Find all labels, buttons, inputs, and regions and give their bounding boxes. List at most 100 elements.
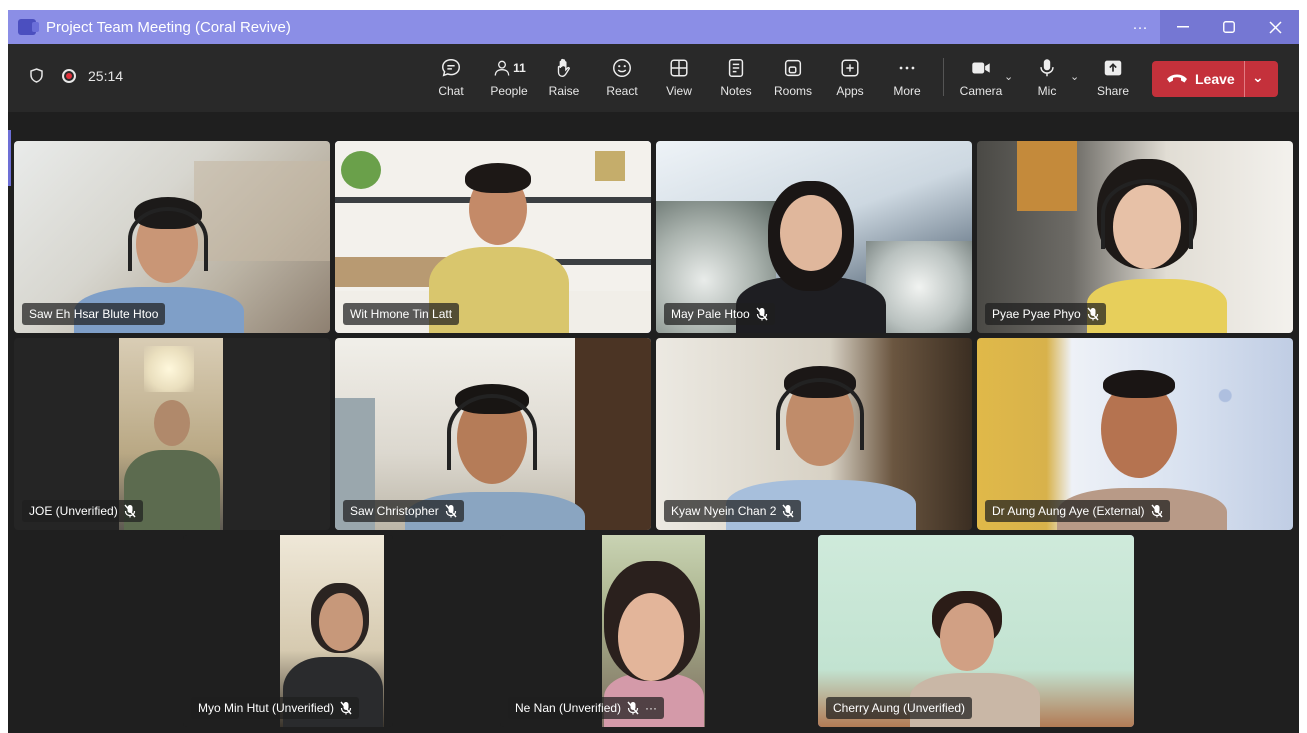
people-button[interactable]: 11 People — [484, 56, 534, 104]
chat-label: Chat — [438, 84, 464, 98]
notes-icon — [728, 59, 744, 77]
teams-meeting-window: Project Team Meeting (Coral Revive) ··· … — [8, 10, 1299, 733]
camera-label: Camera — [959, 84, 1003, 98]
react-label: React — [606, 84, 638, 98]
more-icon — [899, 66, 915, 70]
participant-name: Kyaw Nyein Chan 2 — [671, 504, 777, 518]
video-tile[interactable]: JOE (Unverified) — [14, 338, 330, 530]
video-tile[interactable]: May Pale Htoo — [656, 141, 972, 333]
participant-name: JOE (Unverified) — [29, 504, 118, 518]
mic-off-icon — [340, 701, 352, 715]
add-apps-icon — [841, 59, 859, 77]
shield-icon[interactable] — [30, 68, 43, 83]
video-tile-active-speaker[interactable]: Cherry Aung (Unverified) — [818, 535, 1134, 727]
teams-logo-icon — [18, 19, 39, 35]
leave-divider — [1244, 61, 1245, 97]
participant-name: Dr Aung Aung Aye (External) — [992, 504, 1145, 518]
participant-name-tag: Ne Nan (Unverified) ··· — [508, 697, 665, 719]
chat-button[interactable]: Chat — [426, 56, 476, 104]
participant-name-tag: Myo Min Htut (Unverified) — [191, 697, 360, 719]
chat-icon — [442, 59, 460, 77]
video-tile[interactable]: Myo Min Htut (Unverified) — [183, 535, 393, 727]
minimize-button[interactable] — [1160, 10, 1206, 44]
more-button[interactable]: More — [882, 56, 932, 104]
participant-name-tag: Pyae Pyae Phyo — [985, 303, 1106, 325]
more-options-icon[interactable]: ··· — [1120, 10, 1160, 44]
mic-off-icon — [124, 504, 136, 518]
mic-button[interactable]: Mic — [1022, 56, 1072, 104]
leave-button[interactable]: Leave ⌄ — [1152, 61, 1278, 97]
participant-name: Saw Eh Hsar Blute Htoo — [29, 307, 159, 321]
mic-off-icon — [445, 504, 457, 518]
view-button[interactable]: View — [654, 56, 704, 104]
participant-name: Pyae Pyae Phyo — [992, 307, 1081, 321]
camera-options-chevron-icon[interactable]: ⌄ — [1004, 70, 1013, 83]
video-tile[interactable]: Dr Aung Aung Aye (External) — [977, 338, 1293, 530]
hang-up-phone-icon — [1167, 74, 1187, 83]
maximize-icon — [1223, 21, 1235, 33]
participant-name: Saw Christopher — [350, 504, 439, 518]
mic-label: Mic — [1037, 84, 1057, 98]
participant-name-tag: Saw Eh Hsar Blute Htoo — [22, 303, 166, 325]
participant-name-tag: Dr Aung Aung Aye (External) — [985, 500, 1170, 522]
mic-off-icon — [756, 307, 768, 321]
participant-name-tag: May Pale Htoo — [664, 303, 775, 325]
camera-button[interactable]: Camera — [956, 56, 1006, 104]
mic-options-chevron-icon[interactable]: ⌄ — [1070, 70, 1079, 83]
share-label: Share — [1096, 84, 1130, 98]
camera-icon — [972, 62, 990, 74]
people-label: People — [490, 84, 528, 98]
apps-button[interactable]: Apps — [825, 56, 875, 104]
people-count: 11 — [513, 61, 526, 75]
notes-button[interactable]: Notes — [711, 56, 761, 104]
video-tile-active-speaker[interactable]: Wit Hmone Tin Latt — [335, 141, 651, 333]
participant-more-options-icon[interactable]: ··· — [645, 701, 657, 715]
participant-name-tag: Saw Christopher — [343, 500, 464, 522]
microphone-icon — [1040, 59, 1054, 77]
view-label: View — [666, 84, 692, 98]
video-tile[interactable]: Saw Christopher — [335, 338, 651, 530]
share-screen-icon — [1104, 60, 1122, 76]
participant-name-tag: Cherry Aung (Unverified) — [826, 697, 973, 719]
notes-label: Notes — [720, 84, 752, 98]
participant-name: Myo Min Htut (Unverified) — [198, 701, 335, 715]
raise-label: Raise — [548, 84, 580, 98]
people-icon — [494, 60, 510, 76]
grid-view-icon — [670, 59, 688, 77]
participant-name-tag: JOE (Unverified) — [22, 500, 143, 522]
participant-name: Ne Nan (Unverified) — [515, 701, 622, 715]
close-icon — [1269, 20, 1282, 34]
react-button[interactable]: React — [597, 56, 647, 104]
mic-off-icon — [782, 504, 794, 518]
toolbar-divider — [943, 58, 944, 96]
participant-name: Cherry Aung (Unverified) — [833, 701, 966, 715]
apps-label: Apps — [836, 84, 864, 98]
participant-name-tag: Wit Hmone Tin Latt — [343, 303, 460, 325]
raise-hand-button[interactable]: Raise — [539, 56, 589, 104]
more-label: More — [893, 84, 921, 98]
video-tile[interactable]: Ne Nan (Unverified) ··· — [500, 535, 710, 727]
video-tile[interactable]: Pyae Pyae Phyo — [977, 141, 1293, 333]
left-rail-indicator — [8, 130, 11, 186]
minimize-icon — [1177, 26, 1189, 28]
title-bar: Project Team Meeting (Coral Revive) ··· — [8, 10, 1299, 44]
mic-off-icon — [1087, 307, 1099, 321]
participant-name: Wit Hmone Tin Latt — [350, 307, 453, 321]
mic-off-icon — [1151, 504, 1163, 518]
leave-options-chevron-icon[interactable]: ⌄ — [1252, 69, 1264, 86]
share-button[interactable]: Share — [1088, 56, 1138, 104]
participant-name-tag: Kyaw Nyein Chan 2 — [664, 500, 802, 522]
rooms-label: Rooms — [773, 84, 812, 98]
rooms-icon — [784, 59, 802, 77]
smiley-icon — [613, 59, 631, 77]
mic-off-icon — [627, 701, 639, 715]
rooms-button[interactable]: Rooms — [768, 56, 818, 104]
meeting-toolbar: 25:14 Chat 11 People Raise React View No… — [8, 44, 1299, 112]
window-title: Project Team Meeting (Coral Revive) — [46, 19, 291, 36]
close-button[interactable] — [1252, 10, 1299, 44]
video-tile[interactable]: Saw Eh Hsar Blute Htoo — [14, 141, 330, 333]
maximize-button[interactable] — [1206, 10, 1252, 44]
meeting-timer: 25:14 — [88, 68, 124, 84]
video-tile[interactable]: Kyaw Nyein Chan 2 — [656, 338, 972, 530]
hand-icon — [557, 58, 570, 77]
